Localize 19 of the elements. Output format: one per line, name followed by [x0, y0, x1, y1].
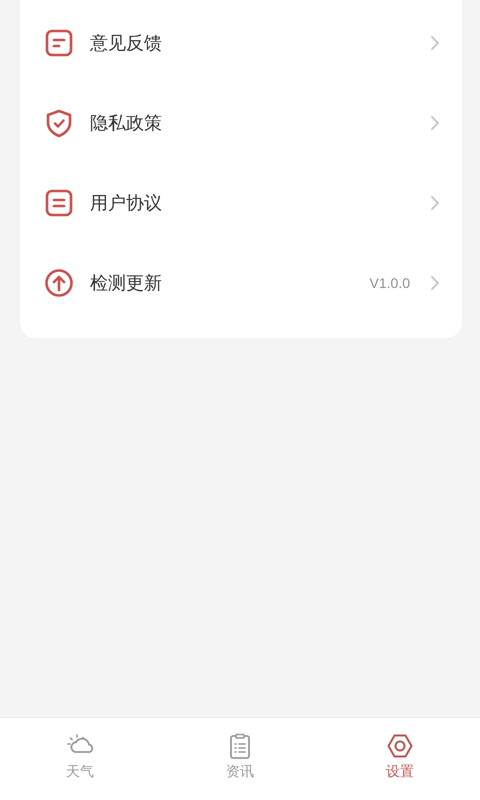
upload-icon: [44, 268, 74, 298]
settings-item[interactable]: 检测更新 V1.0.0: [20, 243, 462, 323]
shield-icon: [44, 108, 74, 138]
chevron-icon: [430, 115, 440, 131]
settings-item[interactable]: 用户协议: [20, 163, 462, 243]
chevron-icon: [430, 195, 440, 211]
item-label: 意见反馈: [90, 32, 162, 55]
document-icon: [44, 188, 74, 218]
document-icon: [44, 28, 74, 58]
chevron-icon: [430, 35, 440, 51]
item-label: 用户协议: [90, 192, 162, 215]
item-label: 检测更新: [90, 272, 162, 295]
item-label: 隐私政策: [90, 112, 162, 135]
chevron-icon: [430, 275, 440, 291]
tab[interactable]: 设置: [320, 718, 480, 800]
version-text: V1.0.0: [370, 275, 410, 291]
hexagon-icon: [386, 732, 414, 760]
settings-item[interactable]: 意见反馈: [20, 3, 462, 83]
settings-item[interactable]: 隐私政策: [20, 83, 462, 163]
